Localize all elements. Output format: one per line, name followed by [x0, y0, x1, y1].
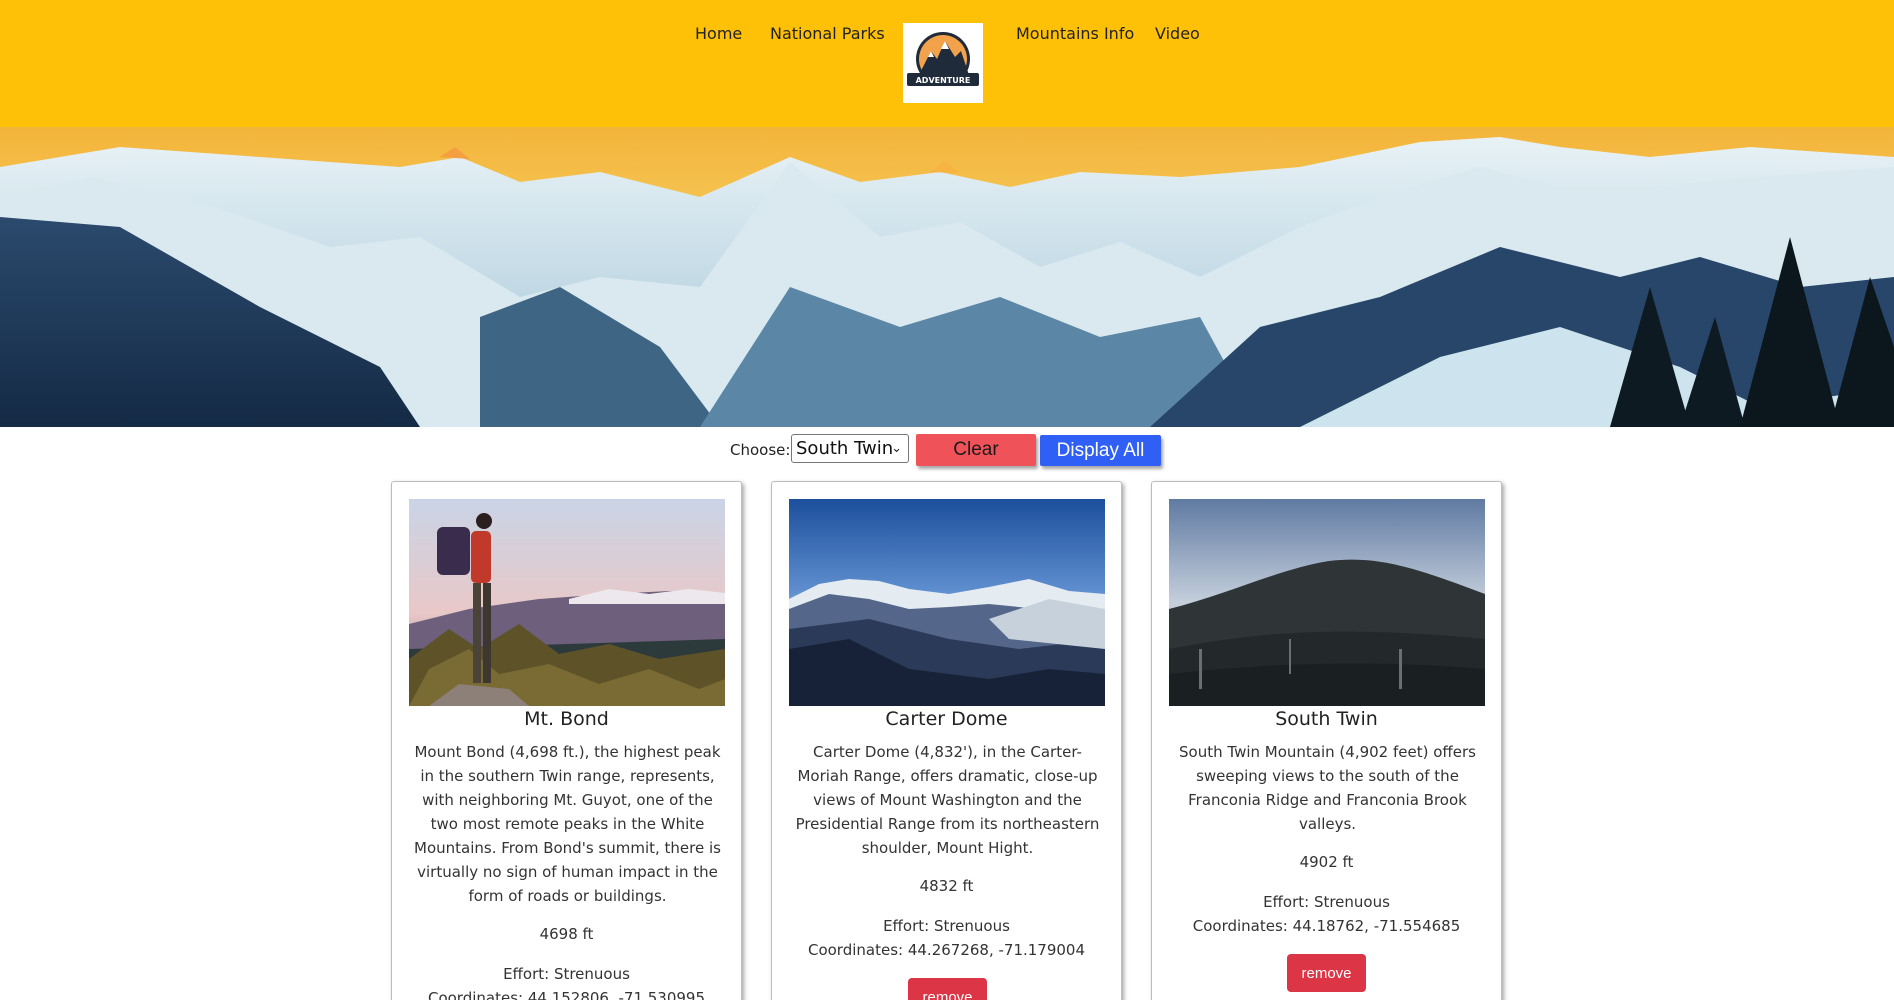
adventure-logo[interactable]: ADVENTURE: [903, 23, 983, 103]
chevron-down-icon: ⌄: [891, 441, 902, 456]
carter-dome-remove-button[interactable]: remove: [908, 978, 987, 1000]
south-twin-coordinates: Coordinates: 44.18762, -71.554685: [1192, 917, 1461, 935]
south-twin-effort: Effort: Strenuous: [1263, 893, 1390, 911]
carter-dome-photo: [789, 499, 1105, 706]
nav-video-link[interactable]: Video: [1155, 24, 1200, 43]
hero-mountain-banner: [0, 127, 1894, 427]
south-twin-description: South Twin Mountain (4,902 feet) offers …: [1179, 743, 1476, 833]
mountain-card-carter-dome: Carter Dome Carter Dome (4,832'), in the…: [771, 481, 1122, 1000]
display-all-button[interactable]: Display All: [1040, 435, 1161, 466]
choose-label: Choose:: [730, 441, 791, 459]
mt-bond-effort: Effort: Strenuous: [503, 965, 630, 983]
south-twin-photo: [1169, 499, 1485, 706]
south-twin-height: 4902 ft: [1299, 853, 1354, 871]
nav-home-link[interactable]: Home: [695, 24, 742, 43]
carter-dome-height: 4832 ft: [919, 877, 974, 895]
site-header: Home National Parks ADVENTURE Mountains …: [0, 0, 1894, 127]
carter-dome-title: Carter Dome: [885, 708, 1008, 730]
carter-dome-description: Carter Dome (4,832'), in the Carter-Mori…: [795, 743, 1100, 857]
filter-controls: Choose: South Twin ⌄ Clear Display All: [0, 432, 1894, 472]
mountain-card-south-twin: South Twin South Twin Mountain (4,902 fe…: [1151, 481, 1502, 1000]
mt-bond-height: 4698 ft: [539, 925, 594, 943]
mountain-select-value: South Twin: [796, 438, 894, 459]
mt-bond-title: Mt. Bond: [524, 708, 609, 730]
logo-text: ADVENTURE: [916, 76, 971, 85]
nav-national-parks-link[interactable]: National Parks: [770, 24, 885, 43]
clear-button[interactable]: Clear: [916, 434, 1036, 466]
mountain-card-mt-bond: Mt. Bond Mount Bond (4,698 ft.), the hig…: [391, 481, 742, 1000]
mt-bond-description: Mount Bond (4,698 ft.), the highest peak…: [414, 743, 721, 905]
mountain-select[interactable]: South Twin ⌄: [791, 434, 909, 463]
carter-dome-effort: Effort: Strenuous: [883, 917, 1010, 935]
south-twin-remove-button[interactable]: remove: [1287, 954, 1366, 992]
carter-dome-coordinates: Coordinates: 44.267268, -71.179004: [807, 941, 1086, 959]
south-twin-title: South Twin: [1275, 708, 1378, 730]
mt-bond-photo: [409, 499, 725, 706]
nav-mountains-info-link[interactable]: Mountains Info: [1016, 24, 1134, 43]
mt-bond-coordinates: Coordinates: 44.152806, -71.530995: [427, 989, 706, 1000]
